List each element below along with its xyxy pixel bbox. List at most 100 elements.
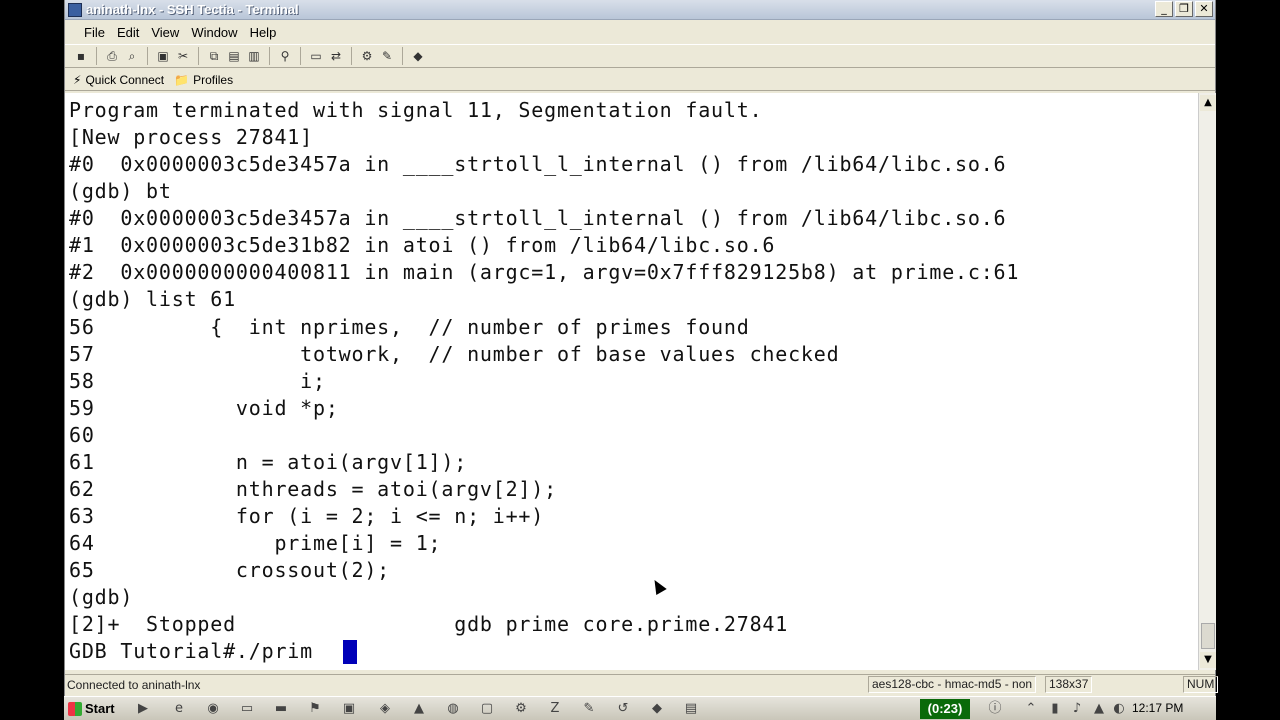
terminal-line: 60 (69, 422, 95, 449)
folder-icon[interactable]: ▭ (238, 700, 256, 718)
terminal-line: 56 { int nprimes, // number of primes fo… (69, 314, 750, 341)
title-bar[interactable]: aninath-lnx - SSH Tectia - Terminal _ ❐ … (65, 0, 1215, 20)
ssh-tectia-icon[interactable]: ▣ (340, 700, 358, 718)
toolbar-separator (300, 47, 301, 65)
menu-window[interactable]: Window (186, 25, 242, 40)
taskbar-clock: 12:17 PM (1132, 701, 1183, 715)
menu-view[interactable]: View (146, 25, 184, 40)
info-tray-icon[interactable]: ⓘ (986, 700, 1004, 718)
scrollbar-thumb[interactable] (1201, 623, 1215, 649)
print-preview-icon[interactable]: ⌕ (124, 48, 140, 64)
copy-icon[interactable]: ⧉ (206, 48, 222, 64)
start-label: Start (85, 699, 115, 719)
toolbar-separator (402, 47, 403, 65)
profiles-button[interactable]: 📁 Profiles (174, 73, 233, 87)
toolbar-separator (147, 47, 148, 65)
expand-tray-icon[interactable]: ⌃ (1022, 700, 1040, 718)
terminal-line: 64 prime[i] = 1; (69, 530, 441, 557)
terminal-line: #0 0x0000003c5de3457a in ____strtoll_l_i… (69, 205, 1006, 232)
find-icon[interactable]: ⚲ (277, 48, 293, 64)
terminal-output[interactable]: Program terminated with signal 11, Segme… (65, 93, 1198, 670)
network-icon[interactable]: ⚙ (512, 700, 530, 718)
text-cursor (343, 640, 357, 664)
menu-file[interactable]: File (79, 25, 110, 40)
terminal-line: 65 crossout(2); (69, 557, 390, 584)
toolbar: ▪ ⎙ ⌕ ▣ ✂ ⧉ ▤ ▥ ⚲ ▭ ⇄ ⚙ ✎ ◆ (65, 44, 1215, 68)
start-button[interactable]: Start (66, 699, 118, 719)
mouse-pointer-icon (649, 577, 666, 595)
new-terminal-icon[interactable]: ▭ (308, 48, 324, 64)
toolbar-separator (351, 47, 352, 65)
terminal-line: 61 n = atoi(argv[1]); (69, 449, 467, 476)
connection-status: Connected to aninath-lnx (67, 678, 200, 692)
print-icon[interactable]: ⎙ (104, 48, 120, 64)
refresh-app-icon[interactable]: ↺ (614, 700, 632, 718)
network-tray-icon[interactable]: ◐ (1110, 700, 1128, 718)
taskbar: Start ▶ e ◉ ▭ ▬ ⚑ ▣ ◈ ▲ ◍ ▢ ⚙ Z ✎ ↺ ◆ ▤ … (64, 696, 1216, 720)
menu-help[interactable]: Help (245, 25, 282, 40)
quick-connect-label: Quick Connect (85, 73, 164, 87)
vlc-icon[interactable]: ▲ (410, 700, 428, 718)
cipher-status: aes128-cbc - hmac-md5 - non (868, 676, 1036, 693)
filezilla-icon[interactable]: Z (546, 700, 564, 718)
profile-bar: ⚡ Quick Connect 📁 Profiles (65, 69, 1215, 91)
menu-edit[interactable]: Edit (112, 25, 144, 40)
quick-connect-icon: ⚡ (73, 73, 81, 87)
remote-desktop-icon[interactable]: ◈ (376, 700, 394, 718)
terminal-prompt-line: GDB Tutorial#./prim (69, 638, 313, 665)
terminal-line: Program terminated with signal 11, Segme… (69, 97, 762, 124)
terminal-line: 63 for (i = 2; i <= n; i++) (69, 503, 544, 530)
close-button[interactable]: ✕ (1195, 1, 1213, 17)
folder-icon: 📁 (174, 73, 189, 87)
minimize-button[interactable]: _ (1155, 1, 1173, 17)
restore-button[interactable]: ❐ (1175, 1, 1193, 17)
recording-timer: (0:23) (920, 699, 970, 719)
quick-connect-button[interactable]: ⚡ Quick Connect (73, 73, 164, 87)
notepad-icon[interactable]: ▤ (682, 700, 700, 718)
profile-settings-icon[interactable]: ✎ (379, 48, 395, 64)
toolbar-separator (96, 47, 97, 65)
command-prompt-icon[interactable]: ▬ (272, 700, 290, 718)
windows-logo-icon (68, 702, 82, 716)
internet-explorer-icon[interactable]: e (170, 700, 188, 718)
new-connection-icon[interactable]: ▣ (155, 48, 171, 64)
volume-icon[interactable]: ♪ (1068, 700, 1086, 718)
firefox-icon[interactable]: ◉ (204, 700, 222, 718)
menu-bar: File Edit View Window Help (65, 21, 1215, 43)
terminal-line: (gdb) bt (69, 178, 172, 205)
update-tray-icon[interactable]: ▲ (1090, 700, 1108, 718)
terminal-window: aninath-lnx - SSH Tectia - Terminal _ ❐ … (64, 0, 1216, 696)
terminal-line: [New process 27841] (69, 124, 313, 151)
scroll-down-arrow-icon[interactable]: ▼ (1200, 652, 1216, 668)
chrome-icon[interactable]: ◍ (444, 700, 462, 718)
window-title: aninath-lnx - SSH Tectia - Terminal (86, 2, 299, 17)
app-icon (68, 3, 82, 17)
disconnect-icon[interactable]: ✂ (175, 48, 191, 64)
toolbar-separator (269, 47, 270, 65)
save-icon[interactable]: ▪ (73, 48, 89, 64)
tray-app-icon[interactable]: ▮ (1046, 700, 1064, 718)
tools-icon[interactable]: ✎ (580, 700, 598, 718)
terminal-line: (gdb) (69, 584, 133, 611)
terminal-line: 59 void *p; (69, 395, 339, 422)
help-icon[interactable]: ◆ (410, 48, 426, 64)
paste-icon[interactable]: ▤ (226, 48, 242, 64)
terminal-line: 58 i; (69, 368, 326, 395)
window-app-icon[interactable]: ▢ (478, 700, 496, 718)
scroll-up-arrow-icon[interactable]: ▲ (1200, 95, 1216, 111)
settings-icon[interactable]: ⚙ (359, 48, 375, 64)
paste-all-icon[interactable]: ▥ (246, 48, 262, 64)
status-bar: Connected to aninath-lnx aes128-cbc - hm… (65, 674, 1215, 694)
ruby-app-icon[interactable]: ◆ (648, 700, 666, 718)
terminal-line: 57 totwork, // number of base values che… (69, 341, 839, 368)
num-lock-status: NUM (1183, 676, 1218, 693)
vertical-scrollbar[interactable]: ▲ ▼ (1198, 93, 1216, 670)
terminal-line: #1 0x0000003c5de31b82 in atoi () from /l… (69, 232, 775, 259)
terminal-size-status: 138x37 (1045, 676, 1092, 693)
toolbar-separator (198, 47, 199, 65)
network-tool-icon[interactable]: ⚑ (306, 700, 324, 718)
terminal-line: #0 0x0000003c5de3457a in ____strtoll_l_i… (69, 151, 1006, 178)
media-player-icon[interactable]: ▶ (134, 700, 152, 718)
terminal-line: (gdb) list 61 (69, 286, 236, 313)
new-file-transfer-icon[interactable]: ⇄ (328, 48, 344, 64)
